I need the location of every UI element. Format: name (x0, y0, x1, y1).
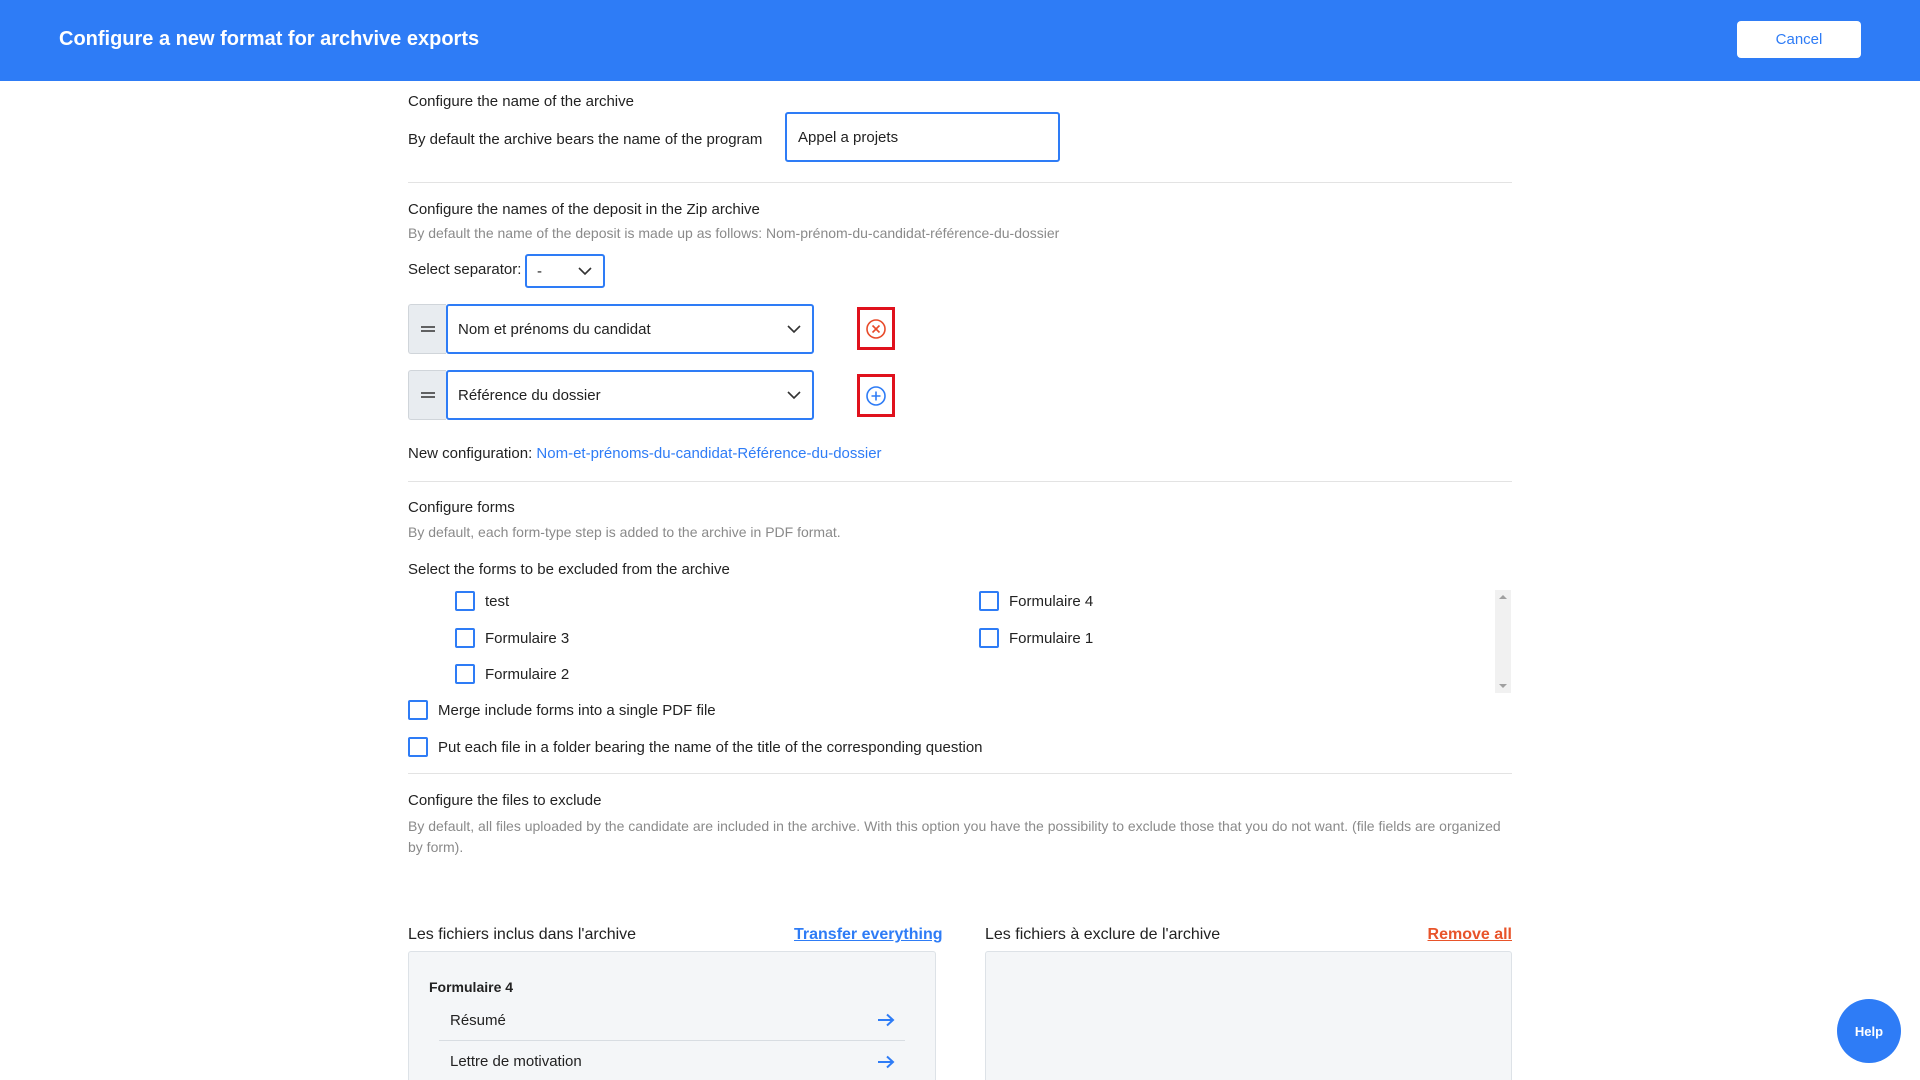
divider (408, 182, 1512, 183)
drag-handle-icon (420, 392, 435, 398)
separator-label: Select separator: (408, 261, 522, 278)
included-files-title: Les fichiers inclus dans l'archive (408, 926, 637, 943)
checkbox-label: Formulaire 2 (485, 665, 570, 683)
checkbox[interactable] (455, 664, 475, 684)
file-group-title: Formulaire 4 (429, 979, 514, 995)
new-configuration-label: New configuration: (408, 445, 533, 462)
remove-circle-icon (866, 318, 886, 339)
cancel-button[interactable]: Cancel (1737, 21, 1861, 58)
transfer-everything-link[interactable]: Transfer everything (794, 926, 943, 944)
file-row[interactable]: Résumé (439, 1000, 905, 1041)
deposit-field-select-2[interactable]: Référence du dossier (446, 370, 814, 420)
checkbox[interactable] (455, 591, 475, 611)
archive-name-title: Configure the name of the archive (408, 93, 634, 110)
top-bar: Configure a new format for archvive expo… (0, 0, 1920, 81)
scroll-down-icon[interactable] (1495, 679, 1511, 693)
drag-handle[interactable] (408, 370, 446, 420)
page-title: Configure a new format for archvive expo… (59, 28, 480, 50)
forms-title: Configure forms (408, 499, 515, 516)
files-exclude-description: By default, all files uploaded by the ca… (408, 818, 1501, 855)
excluded-files-title: Les fichiers à exclure de l'archive (985, 926, 1221, 943)
forms-scrollbar[interactable] (1495, 590, 1511, 693)
deposit-names-title: Configure the names of the deposit in th… (408, 201, 760, 218)
drag-handle-icon (420, 326, 435, 332)
checkbox-label: Formulaire 4 (1009, 592, 1094, 610)
archive-name-description: By default the archive bears the name of… (408, 131, 763, 148)
deposit-field-select-1[interactable]: Nom et prénoms du candidat (446, 304, 814, 354)
checkbox[interactable] (455, 628, 475, 648)
drag-handle[interactable] (408, 304, 446, 354)
form-checkbox[interactable]: test (455, 591, 509, 611)
arrow-right-icon[interactable] (877, 1013, 895, 1027)
file-name: Résumé (450, 1011, 506, 1029)
arrow-right-icon[interactable] (877, 1055, 895, 1069)
checkbox[interactable] (408, 700, 428, 720)
form-checkbox[interactable]: Formulaire 2 (455, 664, 569, 684)
deposit-field-value-1: Nom et prénoms du candidat (458, 320, 651, 338)
divider (408, 773, 1512, 774)
form-checkbox[interactable]: Formulaire 4 (979, 591, 1093, 611)
new-configuration-value: Nom-et-prénoms-du-candidat-Référence-du-… (536, 445, 882, 462)
files-exclude-title: Configure the files to exclude (408, 792, 602, 809)
checkbox-label: Put each file in a folder bearing the na… (438, 738, 983, 756)
scroll-up-icon[interactable] (1495, 590, 1511, 604)
folder-option[interactable]: Put each file in a folder bearing the na… (408, 737, 983, 757)
chevron-down-icon (787, 391, 801, 400)
checkbox-label: Formulaire 3 (485, 629, 570, 647)
file-name: Lettre de motivation (450, 1053, 582, 1070)
form-checkbox[interactable]: Formulaire 1 (979, 628, 1093, 648)
chevron-down-icon (578, 267, 592, 276)
divider (408, 481, 1512, 482)
checkbox-label: Merge include forms into a single PDF fi… (438, 701, 716, 719)
form-checkbox[interactable]: Formulaire 3 (455, 628, 569, 648)
add-field-button[interactable] (857, 374, 895, 417)
config-form: Configure the name of the archive By def… (408, 81, 1512, 1080)
file-row[interactable]: Lettre de motivation (439, 1041, 905, 1080)
checkbox[interactable] (979, 628, 999, 648)
help-button[interactable]: Help (1837, 999, 1901, 1063)
new-configuration-line: New configuration: Nom-et-prénoms-du-can… (408, 445, 882, 462)
separator-value: - (537, 262, 542, 280)
excluded-files-panel (985, 951, 1512, 1080)
forms-exclude-label: Select the forms to be excluded from the… (408, 561, 730, 578)
checkbox-label: test (485, 592, 510, 610)
separator-select[interactable]: - (525, 254, 605, 288)
checkbox-label: Formulaire 1 (1009, 629, 1094, 647)
merge-forms-option[interactable]: Merge include forms into a single PDF fi… (408, 700, 716, 720)
included-files-panel: Formulaire 4 Résumé Lettre de motivation (408, 951, 936, 1080)
remove-field-button[interactable] (857, 307, 895, 350)
chevron-down-icon (787, 325, 801, 334)
remove-all-link[interactable]: Remove all (1428, 926, 1512, 944)
deposit-names-description: By default the name of the deposit is ma… (408, 225, 1060, 241)
archive-name-input[interactable] (785, 112, 1060, 162)
deposit-field-value-2: Référence du dossier (458, 386, 601, 404)
checkbox[interactable] (979, 591, 999, 611)
add-circle-icon (866, 385, 886, 406)
checkbox[interactable] (408, 737, 428, 757)
forms-description: By default, each form-type step is added… (408, 524, 841, 540)
